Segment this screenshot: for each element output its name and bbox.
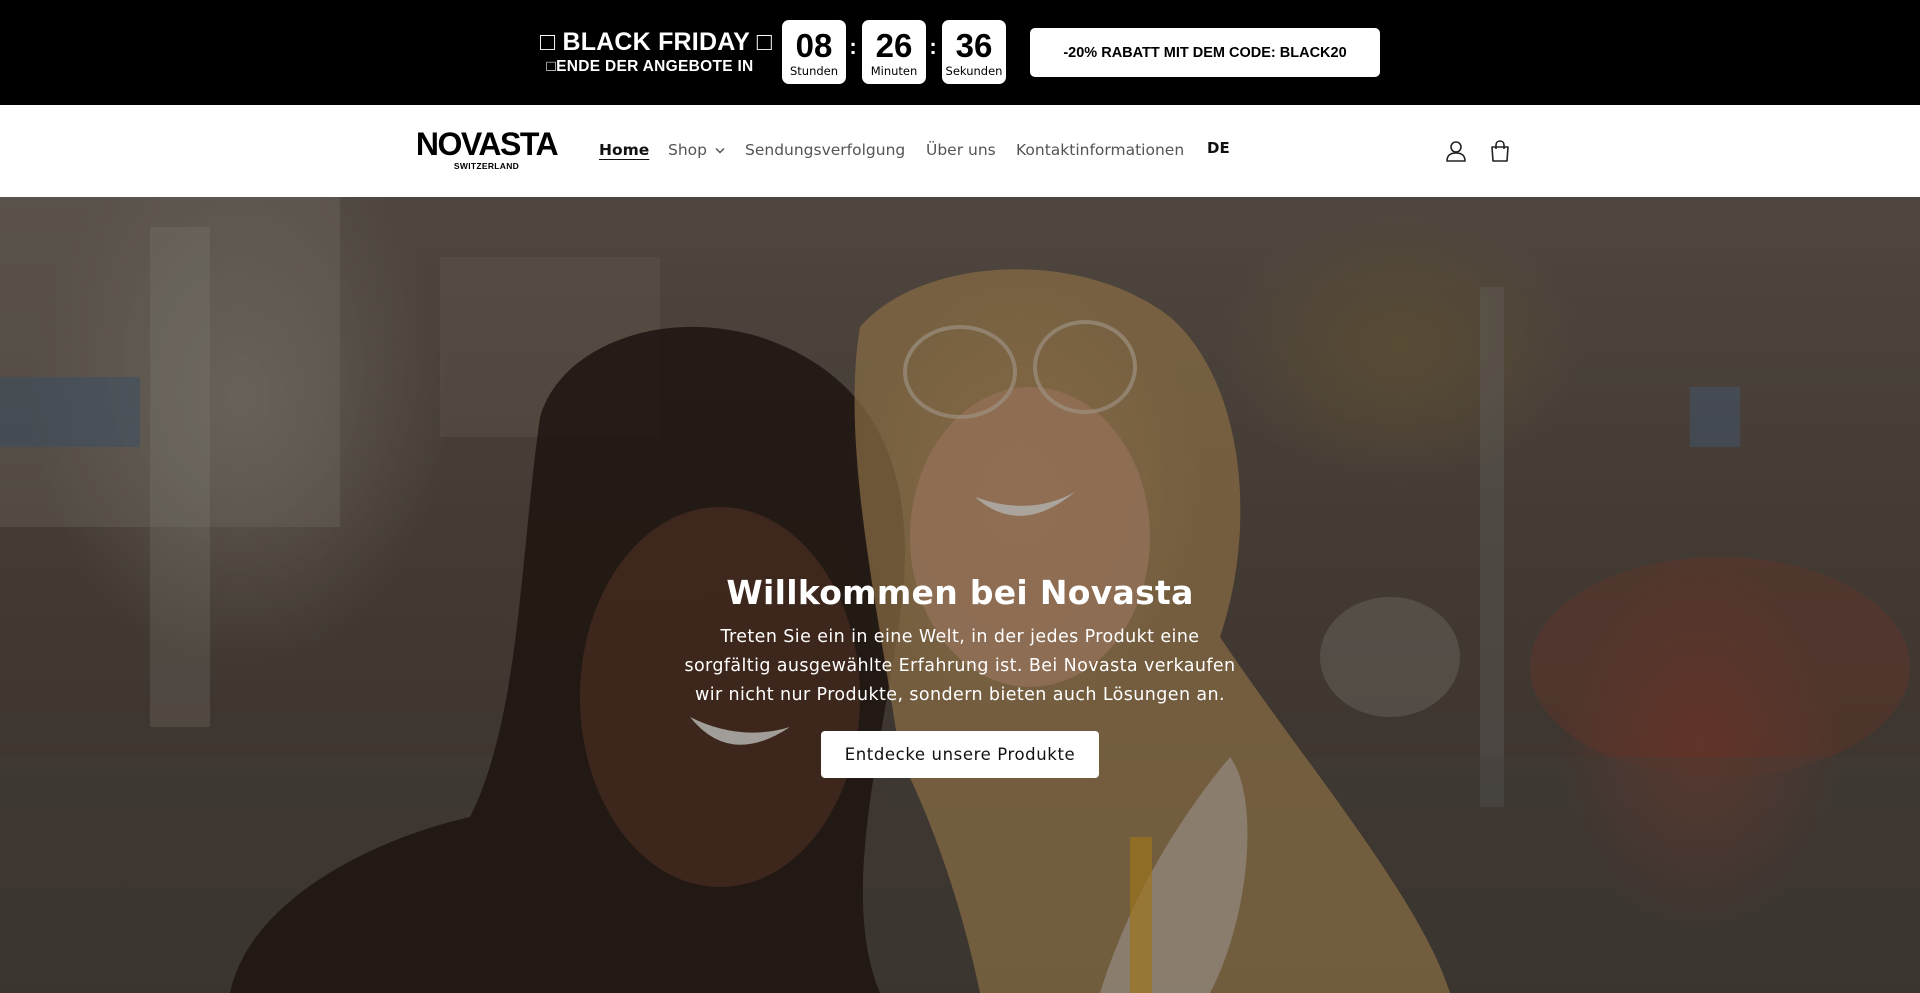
nav-tracking[interactable]: Sendungsverfolgung [745,141,905,159]
cart-icon[interactable] [1487,138,1513,164]
chevron-down-icon [715,147,725,154]
countdown-minutes-label: Minuten [870,64,918,78]
countdown-hours: 08 Stunden [782,20,846,84]
logo-wordmark: NOVASTA [415,126,559,162]
nav-contact[interactable]: Kontaktinformationen [1016,141,1184,159]
nav-home[interactable]: Home [599,141,649,159]
hero-title: Willkommen bei Novasta [726,573,1194,612]
promo-subtitle: □ENDE DER ANGEBOTE IN [546,58,754,75]
explore-products-button[interactable]: Entdecke unsere Produkte [821,731,1099,778]
site-header: NOVASTA SWITZERLAND Home Shop Sendungsve… [0,105,1920,197]
countdown-hours-label: Stunden [789,64,839,78]
countdown-seconds: 36 Sekunden [942,20,1006,84]
account-icon[interactable] [1443,138,1469,164]
promo-title: □ BLACK FRIDAY □ [540,28,773,56]
logo[interactable]: NOVASTA SWITZERLAND [414,128,559,174]
nav-shop-label: Shop [668,141,707,159]
hero-banner: Willkommen bei Novasta Treten Sie ein in… [0,197,1920,993]
countdown-seconds-value: 36 [955,27,993,64]
countdown-seconds-label: Sekunden [945,64,1003,78]
countdown-minutes: 26 Minuten [862,20,926,84]
nav-shop[interactable]: Shop [668,141,725,159]
countdown-separator: : [929,34,937,59]
nav-about[interactable]: Über uns [926,141,996,159]
promo-bar: □ BLACK FRIDAY □ □ENDE DER ANGEBOTE IN 0… [0,0,1920,105]
countdown-minutes-value: 26 [875,27,913,64]
promo-code-button[interactable]: -20% RABATT MIT DEM CODE: BLACK20 [1030,28,1380,77]
countdown-hours-value: 08 [795,27,833,64]
language-selector[interactable]: DE [1207,139,1230,157]
countdown-separator: : [849,34,857,59]
hero-description: Treten Sie ein in eine Welt, in der jede… [684,627,1236,705]
